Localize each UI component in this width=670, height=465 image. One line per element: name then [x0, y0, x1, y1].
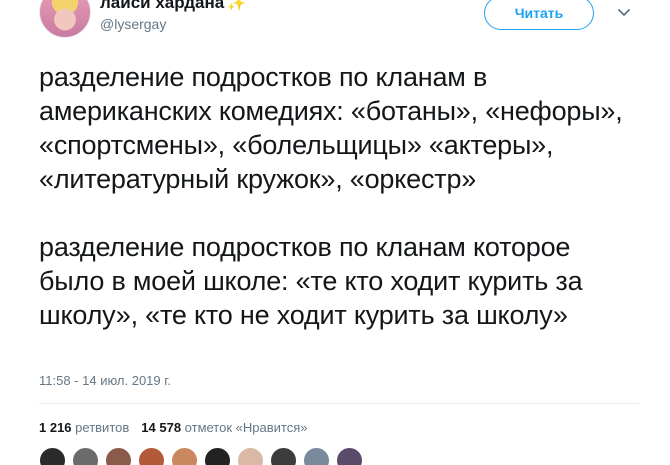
- sparkle-icon: ✨: [227, 0, 246, 12]
- avatar[interactable]: [39, 0, 91, 38]
- user-handle[interactable]: @lysergay: [100, 16, 166, 32]
- tweet-text: разделение подростков по кланам в америк…: [39, 60, 639, 332]
- liker-avatar[interactable]: [171, 447, 198, 465]
- liker-avatar[interactable]: [336, 447, 363, 465]
- liker-avatar[interactable]: [105, 447, 132, 465]
- likes-count: 14 578: [141, 420, 182, 435]
- tweet-paragraph: разделение подростков по кланам которое …: [39, 232, 583, 330]
- chevron-down-icon[interactable]: [616, 4, 632, 20]
- liker-avatar[interactable]: [39, 447, 66, 465]
- display-name[interactable]: лайси хардана ✨: [100, 0, 246, 14]
- tweet-paragraph: разделение подростков по кланам в америк…: [39, 62, 623, 194]
- liker-avatar[interactable]: [72, 447, 99, 465]
- tweet-stats: 1 216 ретвитов 14 578 отметок «Нравится»: [39, 420, 307, 435]
- likes-stat[interactable]: 14 578 отметок «Нравится»: [141, 420, 307, 435]
- liker-avatars: [39, 447, 363, 465]
- liker-avatar[interactable]: [138, 447, 165, 465]
- retweets-stat[interactable]: 1 216 ретвитов: [39, 420, 129, 435]
- retweets-label: ретвитов: [75, 420, 130, 435]
- liker-avatar[interactable]: [204, 447, 231, 465]
- timestamp[interactable]: 11:58 - 14 июл. 2019 г.: [39, 373, 171, 388]
- liker-avatar[interactable]: [303, 447, 330, 465]
- liker-avatar[interactable]: [270, 447, 297, 465]
- divider: [39, 403, 639, 404]
- tweet-card: лайси хардана ✨ @lysergay Читать разделен…: [0, 0, 670, 465]
- retweets-count: 1 216: [39, 420, 72, 435]
- likes-label: отметок «Нравится»: [184, 420, 308, 435]
- display-name-text: лайси хардана: [100, 0, 225, 12]
- liker-avatar[interactable]: [237, 447, 264, 465]
- follow-button[interactable]: Читать: [484, 0, 594, 30]
